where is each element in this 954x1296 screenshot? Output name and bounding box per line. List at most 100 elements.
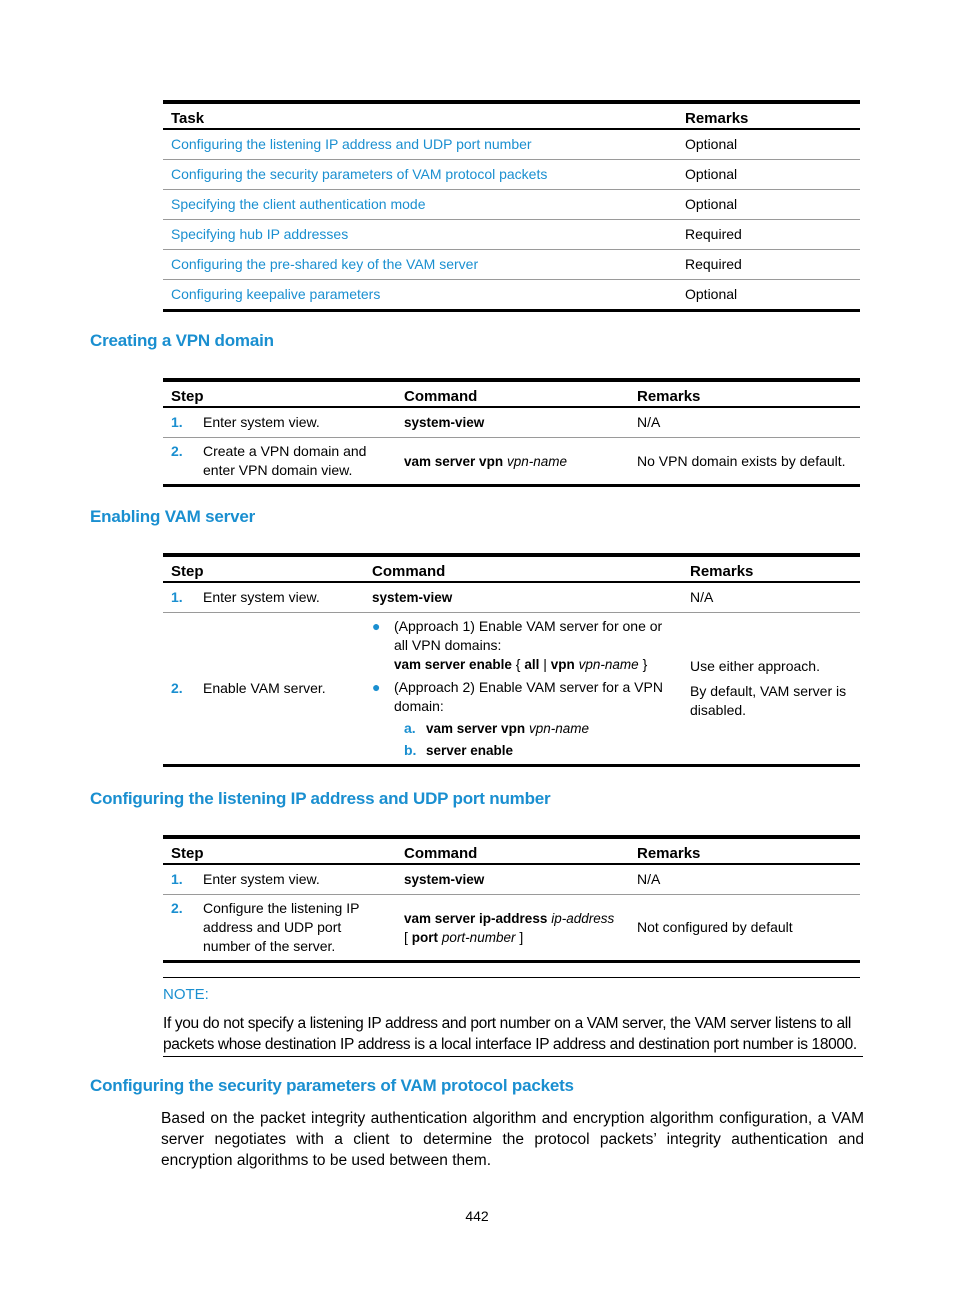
table-row: 1. Enter system view. system-view N/A (163, 407, 860, 438)
column-header-remarks: Remarks (629, 837, 860, 865)
remarks-cell: No VPN domain exists by default. (637, 452, 846, 469)
step-number: 1. (171, 414, 183, 430)
command-argument: vpn-name (506, 453, 567, 469)
task-link[interactable]: Configuring the listening IP address and… (171, 136, 532, 152)
table-row: 2. Enable VAM server. ● (Approach 1) Enab… (163, 613, 860, 766)
remarks-cell: Optional (685, 286, 738, 302)
remarks-cell: Optional (677, 129, 860, 160)
substep-b: b. server enable (372, 741, 674, 760)
remarks-cell: N/A (629, 864, 860, 895)
section-heading-security-params: Configuring the security parameters of V… (90, 1076, 574, 1095)
table-row: 2. Configure the listening IP address and… (163, 895, 860, 962)
page-number: 442 (465, 1208, 489, 1224)
step-number: 1. (171, 589, 183, 605)
table-header-row: Step Command Remarks (163, 837, 860, 865)
list-item: ● (Approach 1) Enable VAM server for one… (372, 617, 674, 674)
table-row: Specifying hub IP addresses Required (163, 219, 860, 250)
table-header-row: Task Remarks (163, 102, 860, 130)
remarks-cell: Optional (677, 189, 860, 220)
command-text: server enable (426, 743, 514, 758)
step-text: Enter system view. (203, 589, 320, 605)
remarks-text: Use either approach. (690, 658, 820, 674)
step-text: Enter system view. (203, 414, 320, 430)
list-item: ● (Approach 2) Enable VAM server for a V… (372, 678, 674, 716)
column-header-remarks: Remarks (682, 555, 860, 583)
column-header-step: Step (163, 380, 396, 408)
column-header-remarks: Remarks (677, 102, 860, 130)
remarks-cell: Required (677, 249, 860, 280)
approach-text: (Approach 2) Enable VAM server for a VPN… (394, 679, 663, 714)
column-header-command: Command (396, 837, 629, 865)
task-link[interactable]: Configuring the pre-shared key of the VA… (171, 256, 478, 272)
syntax-bracket: ] (519, 928, 524, 945)
note-text: If you do not specify a listening IP add… (163, 1013, 863, 1057)
command-text: system-view (404, 415, 485, 430)
command-keyword: vpn (550, 657, 575, 672)
note-label: NOTE: (163, 986, 209, 1003)
command-text: vam server enable (394, 657, 512, 672)
command-keyword: port (411, 929, 439, 945)
command-argument: vpn-name (528, 721, 589, 736)
step-text: Create a VPN domain and (203, 443, 367, 459)
section-heading-enable-vam: Enabling VAM server (90, 507, 255, 526)
bullet-icon: ● (372, 679, 381, 695)
step-text: Enable VAM server. (203, 680, 326, 696)
column-header-task: Task (163, 102, 677, 130)
step-number: 1. (171, 871, 183, 887)
remarks-text: By default, VAM server is disabled. (690, 683, 847, 718)
table-row: Configuring the listening IP address and… (163, 129, 860, 160)
task-table: Task Remarks Configuring the listening I… (163, 100, 860, 312)
substep-label: a. (404, 720, 416, 736)
syntax-bracket: [ (404, 928, 408, 945)
step-text: Enter system view. (203, 871, 320, 887)
remarks-cell: N/A (682, 582, 860, 613)
step-text: Configure the listening IP address and U… (203, 900, 360, 954)
syntax-brace: { (515, 656, 521, 672)
remarks-cell: N/A (629, 407, 860, 438)
table-header-row: Step Command Remarks (163, 555, 860, 583)
section-heading-listening-ip: Configuring the listening IP address and… (90, 789, 551, 808)
command-argument: ip-address (551, 910, 615, 926)
approach-list: ● (Approach 1) Enable VAM server for one… (372, 617, 674, 716)
task-link[interactable]: Configuring the security parameters of V… (171, 166, 547, 182)
command-text: vam server ip-address (404, 910, 548, 926)
column-header-remarks: Remarks (629, 380, 860, 408)
enable-vam-table: Step Command Remarks 1. Enter system view… (163, 553, 860, 767)
command-keyword: all (524, 657, 540, 672)
table-row: 2. Create a VPN domain and enter VPN domai… (163, 438, 860, 486)
table-row: 1. Enter system view. system-view N/A (163, 582, 860, 613)
step-number: 2. (171, 443, 183, 459)
command-text: vam server vpn (404, 453, 504, 469)
listening-ip-table: Step Command Remarks 1. Enter system view… (163, 835, 860, 963)
note-top-rule (163, 977, 860, 978)
remarks-cell: Required (677, 219, 860, 250)
table-header-row: Step Command Remarks (163, 380, 860, 408)
column-header-command: Command (364, 555, 682, 583)
table-row: Configuring keepalive parameters Optional (163, 280, 860, 311)
table-row: Configuring the pre-shared key of the VA… (163, 249, 860, 280)
body-paragraph: Based on the packet integrity authentica… (161, 1110, 864, 1169)
command-text: system-view (372, 590, 453, 605)
table-row: Specifying the client authentication mod… (163, 189, 860, 220)
task-link[interactable]: Specifying the client authentication mod… (171, 196, 426, 212)
column-header-step: Step (163, 837, 396, 865)
table-row: 1. Enter system view. system-view N/A (163, 864, 860, 895)
column-header-command: Command (396, 380, 629, 408)
remarks-cell: Optional (677, 159, 860, 190)
syntax-pipe: | (543, 656, 547, 672)
command-text: vam server vpn (426, 721, 526, 736)
command-argument: vpn-name (578, 657, 639, 672)
syntax-brace: } (642, 656, 648, 672)
step-number: 2. (171, 900, 183, 916)
approach-text: (Approach 1) Enable VAM server for one o… (394, 618, 663, 653)
step-text: enter VPN domain view. (203, 462, 353, 478)
bullet-icon: ● (372, 618, 381, 634)
task-link[interactable]: Configuring keepalive parameters (171, 286, 380, 302)
column-header-step: Step (163, 555, 364, 583)
section-heading-vpn-domain: Creating a VPN domain (90, 331, 274, 350)
command-argument: port-number (441, 929, 516, 945)
task-link[interactable]: Specifying hub IP addresses (171, 226, 348, 242)
command-text: system-view (404, 872, 485, 887)
table-row: Configuring the security parameters of V… (163, 159, 860, 190)
vpn-domain-table: Step Command Remarks 1. Enter system view… (163, 378, 860, 487)
